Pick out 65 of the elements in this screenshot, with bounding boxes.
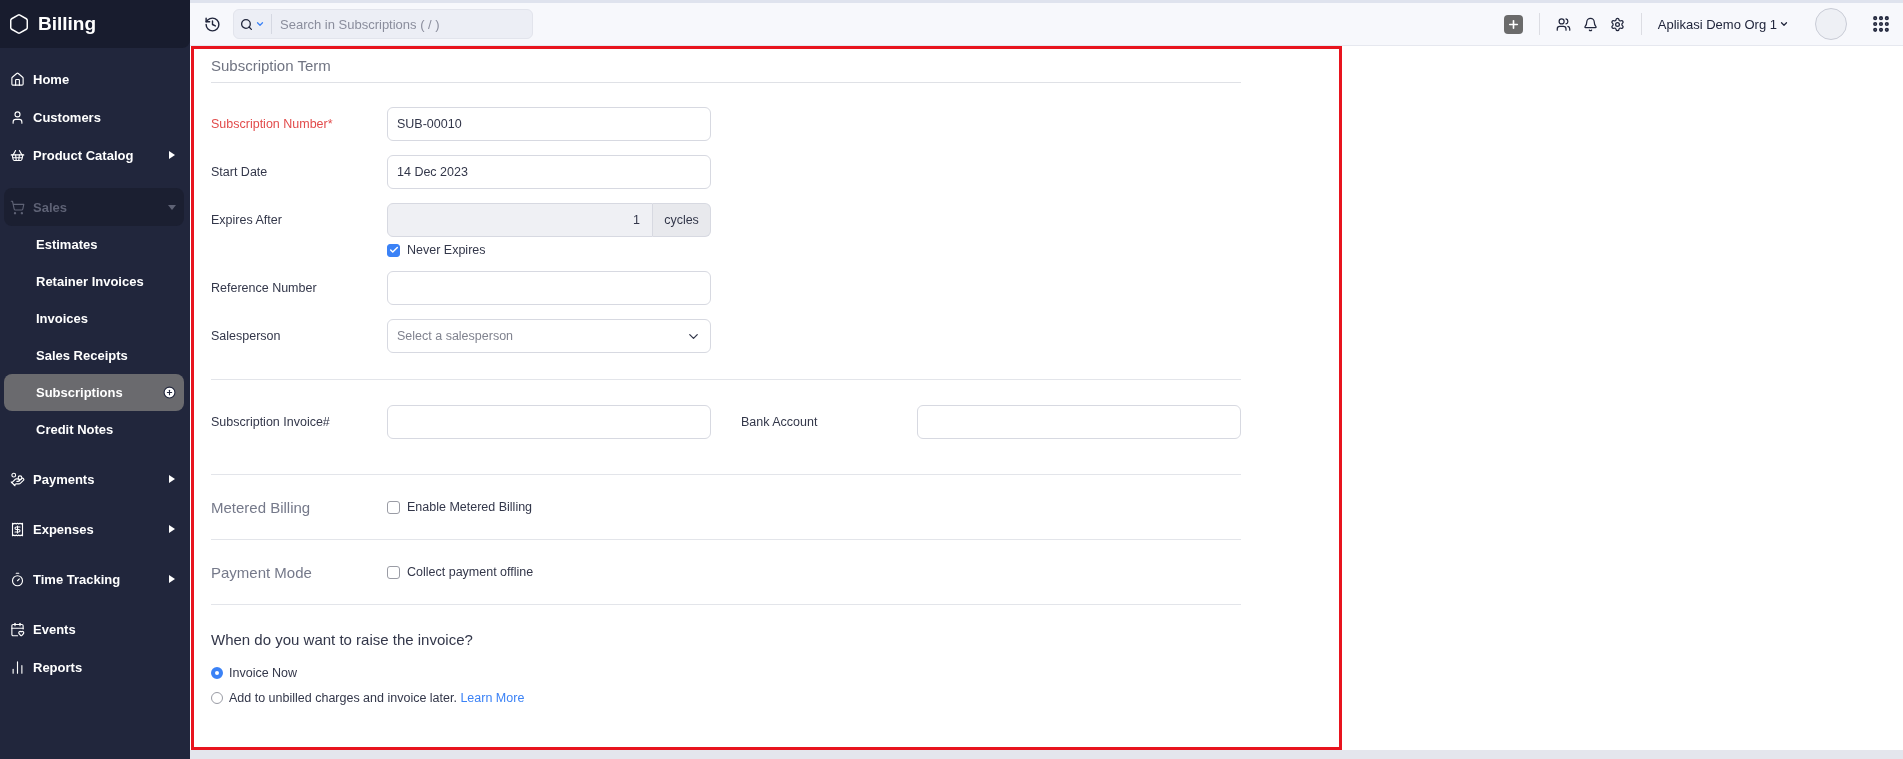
field-label: Subscription Invoice# xyxy=(211,415,331,429)
cart-icon xyxy=(10,199,25,215)
user-icon xyxy=(10,109,25,125)
history-icon[interactable] xyxy=(204,15,221,33)
checkbox-label[interactable]: Collect payment offline xyxy=(387,565,534,579)
radio-button[interactable] xyxy=(211,692,223,704)
field-label: Salesperson xyxy=(211,329,282,343)
notifications-icon[interactable] xyxy=(1582,16,1598,32)
hand-coins-icon xyxy=(10,471,25,487)
section-title: Subscription Term xyxy=(211,49,1241,83)
bar-chart-icon xyxy=(10,659,25,675)
sidebar-item[interactable]: Product Catalog xyxy=(4,136,184,174)
field-label: Start Date xyxy=(211,165,269,179)
section-heading: Payment Mode xyxy=(211,563,313,581)
unit-addon: cycles xyxy=(653,203,711,237)
field-label: Expires After xyxy=(211,213,283,227)
sidebar-subitem[interactable]: Sales Receipts xyxy=(4,337,184,374)
logo-icon xyxy=(8,13,30,35)
radio-label[interactable]: Invoice Now xyxy=(229,666,298,680)
basket-icon xyxy=(10,147,25,163)
apps-grid-icon[interactable] xyxy=(1871,14,1891,34)
search-field[interactable]: Search in Subscriptions ( / ) xyxy=(233,9,533,39)
app-title: Billing xyxy=(38,13,97,35)
add-button[interactable] xyxy=(1503,14,1523,34)
radio-label[interactable]: Add to unbilled charges and invoice later. Learn More xyxy=(229,691,525,705)
input-field[interactable] xyxy=(387,405,711,439)
field-label: Reference Number xyxy=(211,281,318,295)
select-field[interactable]: Select a salesperson xyxy=(387,319,711,353)
sidebar-subitem[interactable]: Estimates xyxy=(4,226,184,263)
timer-icon xyxy=(10,571,25,587)
input-field[interactable]: 14 Dec 2023 xyxy=(387,155,711,189)
plus-icon xyxy=(1506,17,1520,31)
users-icon[interactable] xyxy=(1555,16,1571,32)
add-icon[interactable] xyxy=(163,386,176,399)
field-label: Bank Account xyxy=(741,415,819,429)
input-field[interactable] xyxy=(917,405,1241,439)
sidebar-subitem[interactable]: Invoices xyxy=(4,300,184,337)
org-switcher[interactable]: Aplikasi Demo Org 1 xyxy=(1657,16,1789,32)
sidebar-item[interactable]: Payments xyxy=(4,460,184,498)
field-label: Subscription Number* xyxy=(211,117,334,131)
chevron-down-icon[interactable] xyxy=(255,19,265,29)
sidebar-item[interactable]: Reports xyxy=(4,648,184,686)
learn-more-link[interactable]: Learn More xyxy=(460,691,525,705)
checkbox-label[interactable]: Enable Metered Billing xyxy=(387,500,533,514)
section-heading: Metered Billing xyxy=(211,498,312,516)
chevron-down-icon xyxy=(1779,19,1789,29)
sidebar-subitem[interactable]: Retainer Invoices xyxy=(4,263,184,300)
sidebar-item[interactable]: Time Tracking xyxy=(4,560,184,598)
settings-icon[interactable] xyxy=(1609,16,1625,32)
radio-button[interactable] xyxy=(211,667,223,679)
input-field[interactable] xyxy=(387,271,711,305)
receipt-icon xyxy=(10,521,25,537)
sidebar-item[interactable]: Expenses xyxy=(4,510,184,548)
checkbox[interactable] xyxy=(387,500,400,514)
sidebar-subitem[interactable]: Subscriptions xyxy=(4,374,184,411)
sidebar-item[interactable]: Home xyxy=(4,60,184,98)
sidebar-item[interactable]: Customers xyxy=(4,98,184,136)
checkbox[interactable] xyxy=(387,565,400,579)
question-heading: When do you want to raise the invoice? xyxy=(211,631,474,648)
search-icon[interactable] xyxy=(240,17,253,31)
input-field[interactable]: SUB-00010 xyxy=(387,107,711,141)
sidebar-subitem[interactable]: Credit Notes xyxy=(4,411,184,448)
home-icon xyxy=(10,71,25,87)
sidebar-item[interactable]: Events xyxy=(4,610,184,648)
calendar-icon xyxy=(10,621,25,637)
